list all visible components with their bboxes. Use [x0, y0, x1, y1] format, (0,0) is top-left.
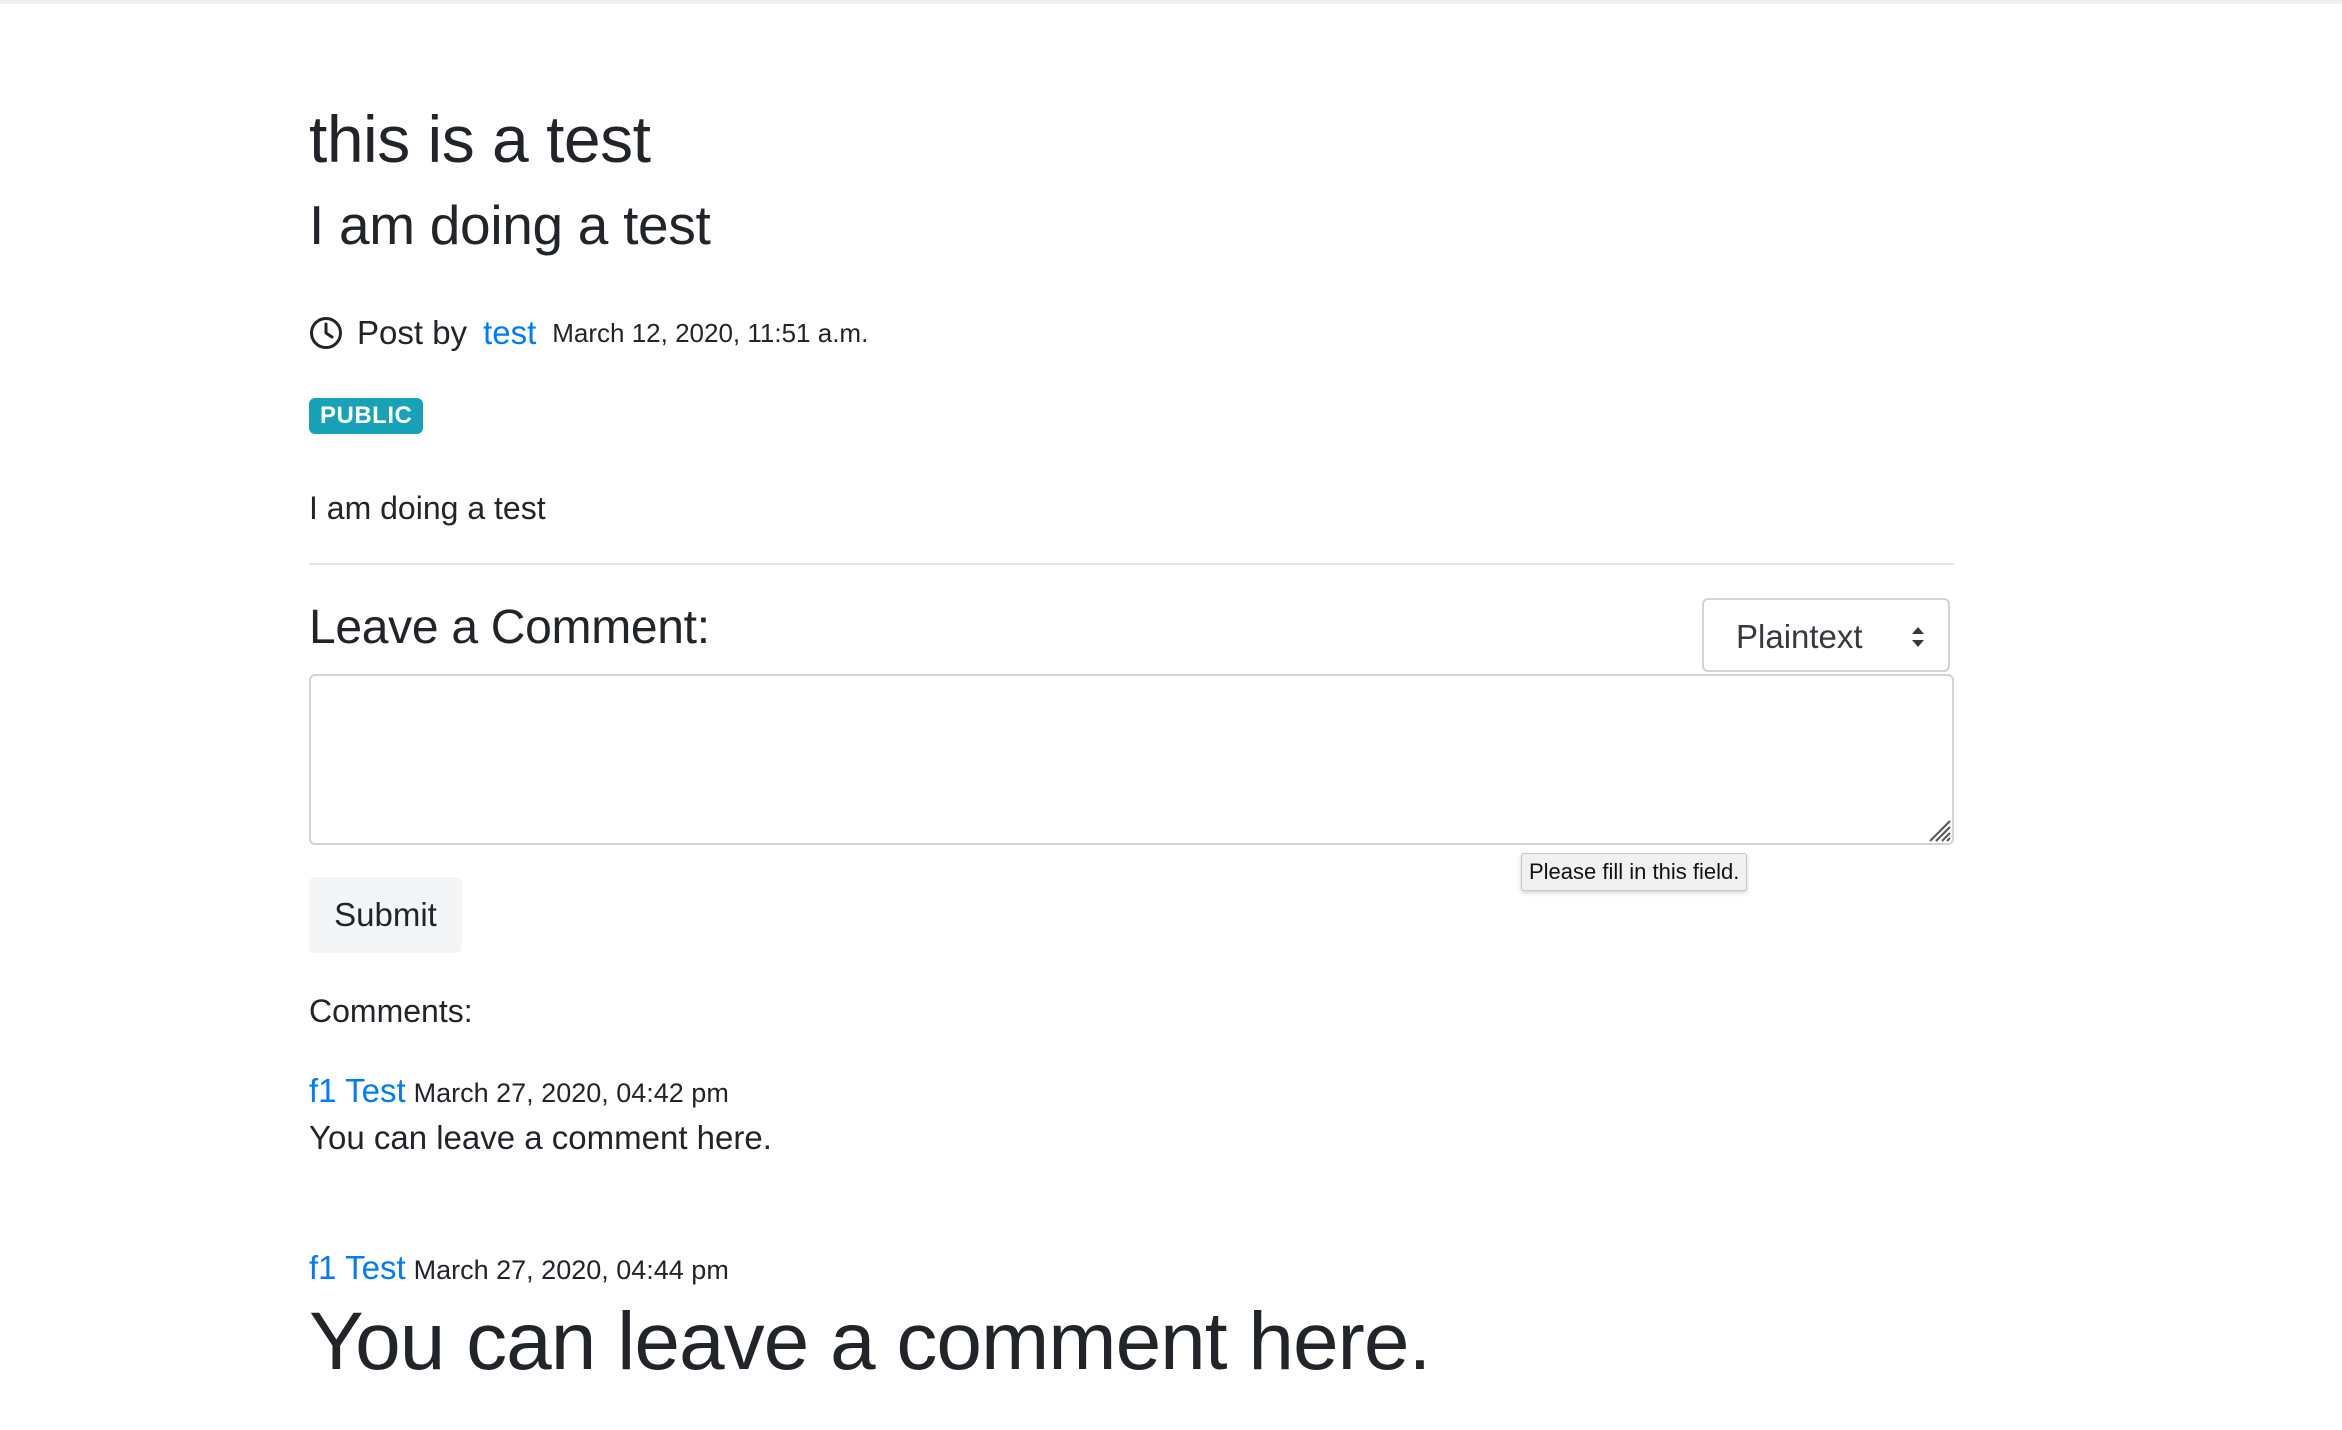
content-format-selected: Plaintext [1736, 618, 1863, 655]
comment-textarea[interactable] [309, 674, 1954, 845]
resize-grip-icon[interactable] [1924, 815, 1952, 843]
comment-date: March 27, 2020, 04:44 pm [413, 1255, 729, 1285]
post-body: I am doing a test [309, 490, 546, 526]
comment-text: You can leave a comment here. [309, 1296, 1431, 1387]
post-subtitle: I am doing a test [309, 194, 711, 256]
comment-date: March 27, 2020, 04:42 pm [413, 1078, 729, 1108]
comment-author-link[interactable]: f1 Test [309, 1249, 406, 1286]
content-format-select[interactable]: Plaintext [1702, 598, 1950, 672]
post-title: this is a test [309, 102, 651, 176]
clock-icon [309, 316, 343, 350]
leave-comment-heading: Leave a Comment: [309, 601, 710, 654]
post-by-label: Post by [357, 314, 468, 351]
visibility-badge: PUBLIC [309, 398, 424, 434]
post-date: March 12, 2020, 11:51 a.m. [552, 317, 869, 348]
submit-button[interactable]: Submit [309, 877, 462, 953]
comment-text: You can leave a comment here. [309, 1119, 772, 1156]
post-author-link[interactable]: test [483, 314, 536, 352]
validation-tooltip: Please fill in this field. [1521, 853, 1748, 891]
select-arrows-icon [1910, 626, 1926, 648]
comments-label: Comments: [309, 993, 473, 1029]
comment-author-link[interactable]: f1 Test [309, 1072, 406, 1109]
post-meta: Post by test March 12, 2020, 11:51 a.m. [309, 308, 868, 358]
top-border [0, 0, 2342, 4]
divider [309, 563, 1954, 565]
